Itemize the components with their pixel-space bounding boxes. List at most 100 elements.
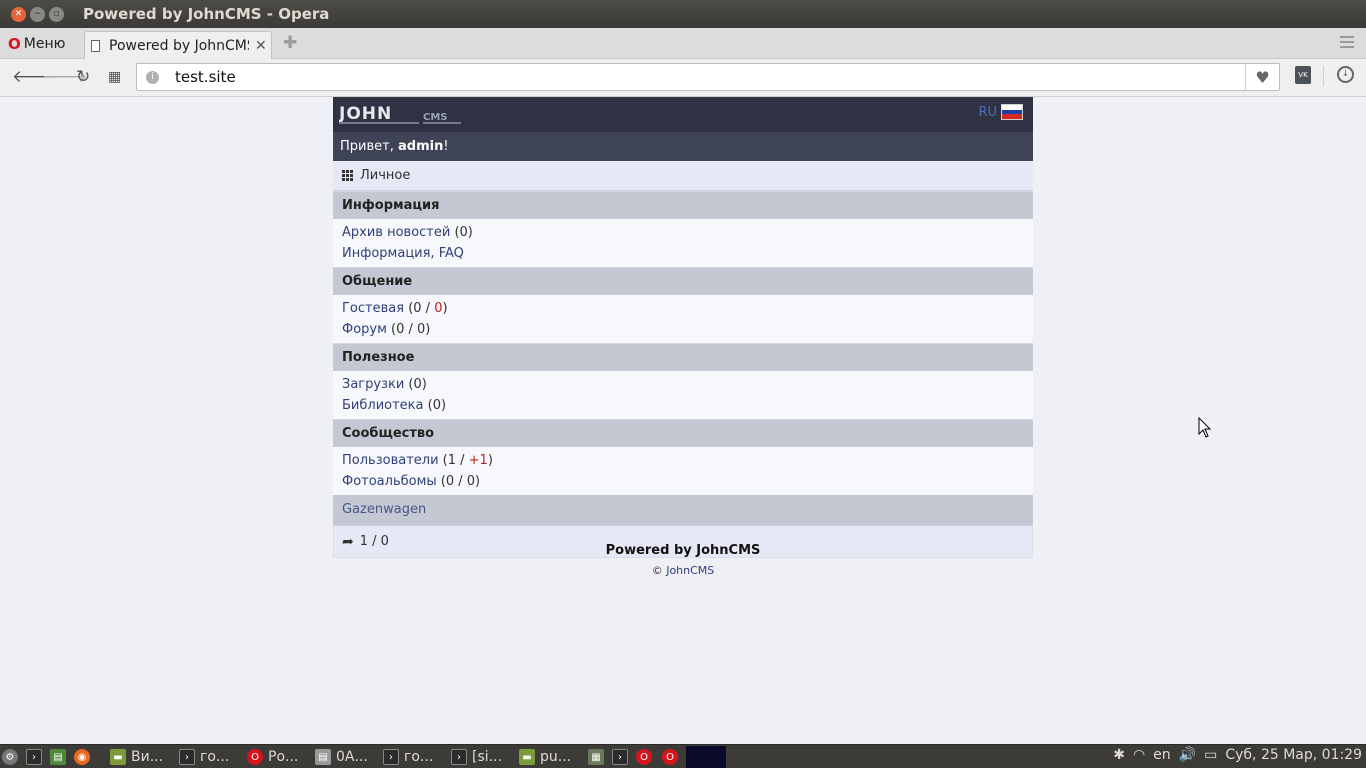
powered-by-text: Powered by JohnCMS: [605, 543, 761, 558]
address-url[interactable]: test.site: [175, 68, 236, 86]
grid-menu-icon: [342, 170, 353, 181]
navbar-divider: [1323, 66, 1324, 86]
personal-label: Личное: [360, 168, 411, 183]
list-item: Библиотека (0): [342, 395, 1033, 416]
greeting-suffix: !: [443, 139, 449, 154]
terminal-icon: ›: [179, 749, 195, 765]
list-item: Форум (0 / 0): [342, 319, 1033, 340]
monitor-launcher-icon[interactable]: ▤: [50, 747, 66, 767]
language-switch[interactable]: RU: [978, 104, 1023, 120]
window-close-button[interactable]: ✕: [11, 6, 26, 22]
greeting-prefix: Привет,: [340, 139, 398, 154]
taskbar-item[interactable]: › [si...: [451, 747, 502, 767]
terminal-icon: ›: [383, 749, 399, 765]
window-maximize-button[interactable]: ▫: [49, 6, 64, 22]
system-tray: ✱ ◠ en 🔊 ▭ Суб, 25 Мар, 01:29: [1113, 747, 1362, 763]
section-header-communication: Общение: [333, 267, 1033, 295]
news-archive-link[interactable]: Архив новостей: [342, 225, 450, 240]
site-info-icon[interactable]: i: [146, 71, 159, 84]
taskbar-item-label: Ро...: [268, 749, 299, 765]
users-link[interactable]: Пользователи: [342, 453, 439, 468]
opera-icon[interactable]: O: [636, 747, 652, 767]
opera-logo-icon: O: [8, 35, 21, 53]
taskbar-item[interactable]: ▬ pu...: [519, 747, 571, 767]
battery-icon[interactable]: ▭: [1204, 747, 1217, 763]
section-list-info: Архив новостей (0) Информация, FAQ: [333, 219, 1033, 267]
personal-menu-link[interactable]: Личное: [333, 161, 1033, 191]
greeting-username: admin: [397, 139, 444, 154]
terminal-icon[interactable]: ›: [612, 747, 628, 767]
window-title: Powered by JohnCMS - Opera: [83, 5, 330, 23]
active-tab[interactable]: Powered by JohnCMS ✕: [84, 31, 272, 59]
address-bar[interactable]: i test.site ♥: [136, 63, 1280, 91]
keyboard-layout[interactable]: en: [1153, 747, 1171, 763]
johncms-logo[interactable]: JOHN CMS: [339, 104, 463, 126]
library-link[interactable]: Библиотека: [342, 398, 424, 413]
gazenwagen-link[interactable]: Gazenwagen: [333, 495, 1033, 525]
bluetooth-icon[interactable]: ✱: [1113, 747, 1125, 763]
johncms-page: JOHN CMS RU Привет, admin! Личное Информ…: [333, 97, 1033, 558]
tab-menu-icon[interactable]: [1340, 36, 1354, 48]
page-viewport: JOHN CMS RU Привет, admin! Личное Информ…: [0, 97, 1366, 744]
photo-albums-count: (0 / 0): [436, 474, 481, 489]
copyright: © JohnCMS: [333, 564, 1033, 577]
tab-close-icon[interactable]: ✕: [255, 38, 267, 54]
printer-icon[interactable]: ▦: [588, 747, 604, 767]
window-minimize-button[interactable]: −: [30, 6, 45, 22]
clock[interactable]: Суб, 25 Мар, 01:29: [1225, 747, 1362, 763]
list-item: Фотоальбомы (0 / 0): [342, 471, 1033, 492]
johncms-link[interactable]: JohnCMS: [666, 564, 714, 577]
taskbar-item[interactable]: O Ро...: [247, 747, 298, 767]
copyright-symbol: ©: [651, 564, 667, 577]
users-count-open: (1 /: [438, 453, 469, 468]
wifi-icon[interactable]: ◠: [1133, 747, 1145, 763]
firefox-launcher-icon[interactable]: ◉: [74, 747, 90, 767]
reload-icon[interactable]: ↻: [76, 67, 90, 87]
folder-icon: ▬: [519, 749, 535, 765]
guestbook-count-open: (0 /: [404, 301, 435, 316]
forum-link[interactable]: Форум: [342, 322, 387, 337]
menu-label: Меню: [23, 36, 66, 52]
new-tab-icon[interactable]: ✚: [283, 33, 297, 53]
russia-flag-icon[interactable]: [1001, 104, 1023, 120]
volume-icon[interactable]: 🔊: [1179, 747, 1196, 763]
list-item: Архив новостей (0): [342, 222, 1033, 243]
speed-dial-icon[interactable]: ▦: [108, 69, 121, 85]
taskbar-item-label: 0А...: [336, 749, 368, 765]
folder-icon: ▬: [110, 749, 126, 765]
document-icon: ▤: [315, 749, 331, 765]
faq-link[interactable]: Информация, FAQ: [342, 246, 464, 261]
list-item: Загрузки (0): [342, 374, 1033, 395]
library-count: (0): [423, 398, 447, 413]
photo-albums-link[interactable]: Фотоальбомы: [342, 474, 437, 489]
tab-bar: O Меню Powered by JohnCMS ✕ ✚: [0, 28, 1366, 59]
vk-extension-icon[interactable]: VK: [1295, 66, 1311, 84]
downloads-count: (0): [404, 377, 427, 392]
opera-menu-button[interactable]: O Меню: [8, 35, 65, 53]
opera-icon[interactable]: O: [662, 747, 678, 767]
taskbar-item[interactable]: ▤ 0А...: [315, 747, 368, 767]
greeting-bar: Привет, admin!: [333, 132, 1033, 161]
bookmark-heart-icon[interactable]: ♥: [1245, 64, 1279, 90]
workspace-preview-icon[interactable]: [686, 746, 726, 768]
section-header-useful: Полезное: [333, 343, 1033, 371]
taskbar-item[interactable]: › го...: [179, 747, 229, 767]
terminal-launcher-icon[interactable]: ›: [26, 747, 42, 767]
downloads-link[interactable]: Загрузки: [342, 377, 404, 392]
forum-count: (0 / 0): [386, 322, 431, 337]
news-archive-count: (0): [450, 225, 473, 240]
terminal-icon: ›: [451, 749, 467, 765]
guestbook-link[interactable]: Гостевая: [342, 301, 404, 316]
system-menu-icon[interactable]: ⚙: [2, 747, 18, 767]
taskbar-item[interactable]: › го...: [383, 747, 433, 767]
guestbook-count-close: ): [442, 301, 448, 316]
download-icon[interactable]: ↓: [1337, 66, 1354, 83]
taskbar-item-label: го...: [200, 749, 230, 765]
navigation-bar: 🡐 🡒 ↻ ▦ i test.site ♥: [0, 59, 1366, 97]
users-count-new: +1: [468, 453, 488, 468]
language-code[interactable]: RU: [978, 105, 997, 120]
mouse-cursor-icon: [1198, 417, 1212, 438]
taskbar-item[interactable]: ▬ Ви...: [110, 747, 163, 767]
opera-icon: O: [247, 749, 263, 765]
page-footer: Powered by JohnCMS © JohnCMS: [333, 543, 1033, 577]
